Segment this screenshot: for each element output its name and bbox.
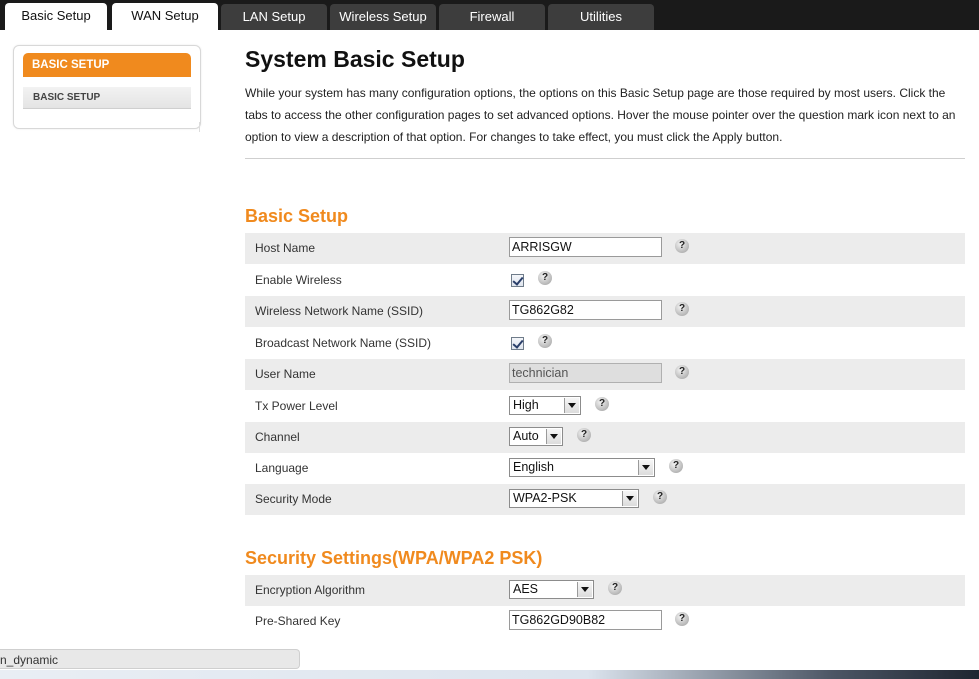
- chevron-down-icon[interactable]: [546, 429, 561, 444]
- user-name-input: technician: [509, 363, 662, 383]
- user-name-row: User Name technician ?: [245, 359, 965, 390]
- encryption-label: Encryption Algorithm: [255, 583, 366, 597]
- encryption-select[interactable]: AES: [509, 580, 594, 599]
- security-mode-label: Security Mode: [255, 492, 332, 506]
- enable-wireless-checkbox[interactable]: [511, 274, 524, 287]
- language-label: Language: [255, 461, 309, 475]
- top-tab-bar: Basic Setup WAN Setup LAN Setup Wireless…: [0, 0, 979, 30]
- help-icon[interactable]: ?: [675, 239, 689, 253]
- page-intro: While your system has many configuration…: [245, 86, 956, 144]
- page-title: System Basic Setup: [245, 46, 465, 72]
- security-mode-row: Security Mode WPA2-PSK ?: [245, 484, 965, 515]
- broadcast-ssid-label: Broadcast Network Name (SSID): [255, 336, 432, 350]
- psk-label: Pre-Shared Key: [255, 614, 341, 628]
- help-icon[interactable]: ?: [538, 334, 552, 348]
- ssid-label: Wireless Network Name (SSID): [255, 304, 424, 318]
- sidebar-item-basic-setup[interactable]: BASIC SETUP: [23, 87, 191, 109]
- basic-setup-heading: Basic Setup: [245, 206, 349, 226]
- help-icon[interactable]: ?: [595, 397, 609, 411]
- ssid-input[interactable]: TG862G82: [509, 300, 662, 320]
- host-name-row: Host Name ARRISGW ?: [245, 233, 965, 264]
- enable-wireless-row: Enable Wireless ?: [245, 265, 965, 296]
- encryption-row: Encryption Algorithm AES ?: [245, 575, 965, 606]
- chevron-down-icon[interactable]: [638, 460, 653, 475]
- channel-label: Channel: [255, 430, 300, 444]
- chevron-down-icon[interactable]: [564, 398, 579, 413]
- tab-wireless-setup[interactable]: Wireless Setup: [330, 4, 436, 30]
- window-bottom-edge: [0, 670, 979, 679]
- help-icon[interactable]: ?: [577, 428, 591, 442]
- browser-status-bar: n_dynamic: [0, 649, 300, 669]
- broadcast-ssid-checkbox[interactable]: [511, 337, 524, 350]
- ssid-row: Wireless Network Name (SSID) TG862G82 ?: [245, 296, 965, 327]
- tx-power-value: High: [513, 398, 539, 412]
- security-mode-value: WPA2-PSK: [513, 491, 577, 505]
- tab-lan-setup[interactable]: LAN Setup: [221, 4, 327, 30]
- help-icon[interactable]: ?: [675, 365, 689, 379]
- language-value: English: [513, 460, 554, 474]
- host-name-label: Host Name: [255, 241, 316, 255]
- encryption-value: AES: [513, 582, 539, 596]
- tab-firewall[interactable]: Firewall: [439, 4, 545, 30]
- help-icon[interactable]: ?: [538, 271, 552, 285]
- sidebar: BASIC SETUP BASIC SETUP: [13, 45, 201, 129]
- tab-utilities[interactable]: Utilities: [548, 4, 654, 30]
- user-name-label: User Name: [255, 367, 316, 381]
- host-name-input[interactable]: ARRISGW: [509, 237, 662, 257]
- help-icon[interactable]: ?: [675, 302, 689, 316]
- sidebar-divider: [199, 122, 200, 132]
- chevron-down-icon[interactable]: [577, 582, 592, 597]
- tx-power-select[interactable]: High: [509, 396, 581, 415]
- help-icon[interactable]: ?: [653, 490, 667, 504]
- language-row: Language English ?: [245, 453, 965, 484]
- help-icon[interactable]: ?: [669, 459, 683, 473]
- chevron-down-icon[interactable]: [622, 491, 637, 506]
- security-mode-select[interactable]: WPA2-PSK: [509, 489, 639, 508]
- channel-row: Channel Auto ?: [245, 422, 965, 453]
- title-divider: [245, 158, 965, 159]
- psk-input[interactable]: TG862GD90B82: [509, 610, 662, 630]
- help-icon[interactable]: ?: [608, 581, 622, 595]
- tx-power-row: Tx Power Level High ?: [245, 391, 965, 422]
- enable-wireless-label: Enable Wireless: [255, 273, 342, 287]
- language-select[interactable]: English: [509, 458, 655, 477]
- channel-value: Auto: [513, 429, 539, 443]
- broadcast-ssid-row: Broadcast Network Name (SSID) ?: [245, 328, 965, 359]
- help-icon[interactable]: ?: [675, 612, 689, 626]
- tx-power-label: Tx Power Level: [255, 399, 338, 413]
- tab-basic-setup[interactable]: Basic Setup: [5, 3, 107, 30]
- security-settings-heading: Security Settings(WPA/WPA2 PSK): [245, 548, 543, 568]
- psk-row: Pre-Shared Key TG862GD90B82 ?: [245, 606, 965, 637]
- channel-select[interactable]: Auto: [509, 427, 563, 446]
- sidebar-header[interactable]: BASIC SETUP: [23, 53, 191, 77]
- tab-wan-setup[interactable]: WAN Setup: [112, 3, 218, 30]
